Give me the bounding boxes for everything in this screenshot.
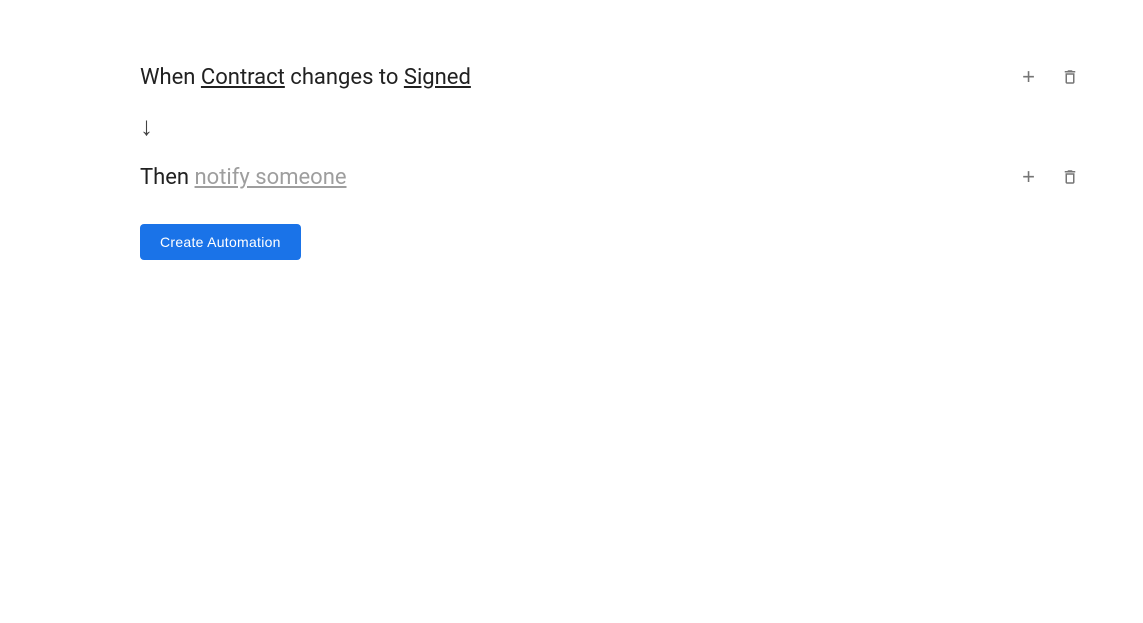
create-automation-button[interactable]: Create Automation <box>140 224 301 260</box>
action-row: Then notify someone + <box>140 160 1143 194</box>
trigger-row: When Contract changes to Signed + <box>140 60 1143 94</box>
action-actions: + <box>1018 160 1083 194</box>
trash-icon <box>1061 68 1079 86</box>
trash-icon <box>1061 168 1079 186</box>
trigger-middle: changes to <box>285 65 404 90</box>
action-delete-button[interactable] <box>1057 164 1083 190</box>
action-verb: notify someone <box>195 165 347 190</box>
trigger-prefix: When <box>140 65 201 90</box>
trigger-delete-button[interactable] <box>1057 64 1083 90</box>
trigger-value: Signed <box>404 65 471 90</box>
trigger-subject: Contract <box>201 65 285 90</box>
flow-arrow: ↓ <box>140 114 1143 140</box>
trigger-text: When Contract changes to Signed <box>140 65 471 90</box>
action-prefix: Then <box>140 165 195 190</box>
action-text: Then notify someone <box>140 165 347 190</box>
page-container: When Contract changes to Signed + ↓ Then… <box>0 0 1143 260</box>
action-add-button[interactable]: + <box>1018 160 1039 194</box>
trigger-actions: + <box>1018 60 1083 94</box>
trigger-add-button[interactable]: + <box>1018 60 1039 94</box>
